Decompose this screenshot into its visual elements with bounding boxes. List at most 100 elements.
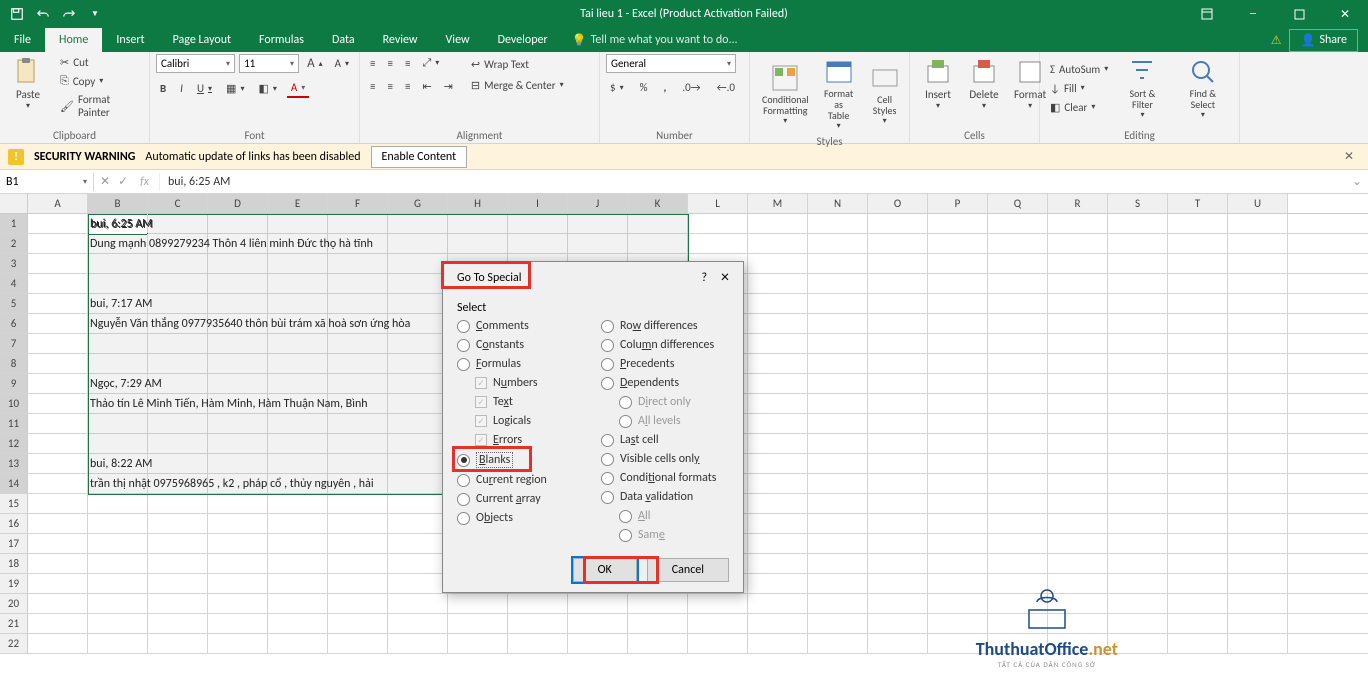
cell[interactable]: [328, 514, 388, 533]
cell[interactable]: [388, 214, 448, 233]
cell[interactable]: [208, 454, 268, 473]
column-header[interactable]: U: [1228, 194, 1288, 213]
cell[interactable]: [1108, 234, 1168, 253]
copy-button[interactable]: ⎘Copy▾: [56, 72, 143, 90]
cell[interactable]: [1228, 634, 1288, 653]
cell[interactable]: [88, 614, 148, 633]
cell[interactable]: [208, 614, 268, 633]
cell[interactable]: [808, 254, 868, 273]
cell[interactable]: [388, 494, 448, 513]
cell[interactable]: [1108, 214, 1168, 233]
cell[interactable]: [148, 614, 208, 633]
cell[interactable]: [1228, 274, 1288, 293]
cell[interactable]: [928, 594, 988, 613]
cell[interactable]: [148, 494, 208, 513]
column-header[interactable]: K: [628, 194, 688, 213]
fill-color-icon[interactable]: ◧ ▾: [254, 80, 280, 97]
align-top-icon[interactable]: ≡: [366, 55, 379, 72]
cell[interactable]: [868, 574, 928, 593]
column-header[interactable]: M: [748, 194, 808, 213]
column-header[interactable]: C: [148, 194, 208, 213]
column-header[interactable]: P: [928, 194, 988, 213]
cell[interactable]: [1168, 554, 1228, 573]
cell[interactable]: [1108, 434, 1168, 453]
cell[interactable]: [388, 514, 448, 533]
cell[interactable]: [808, 414, 868, 433]
save-icon[interactable]: [6, 3, 28, 25]
align-center-icon[interactable]: ≡: [383, 78, 396, 95]
cell[interactable]: [928, 354, 988, 373]
cell[interactable]: [88, 534, 148, 553]
cell[interactable]: [808, 294, 868, 313]
cell[interactable]: [328, 574, 388, 593]
cell[interactable]: [1228, 554, 1288, 573]
cell[interactable]: [748, 554, 808, 573]
cell[interactable]: [1168, 334, 1228, 353]
tell-me[interactable]: 💡Tell me what you want to do...: [572, 33, 738, 48]
cell[interactable]: [748, 214, 808, 233]
cell[interactable]: [808, 434, 868, 453]
cell[interactable]: [1228, 494, 1288, 513]
cell[interactable]: [208, 594, 268, 613]
cell[interactable]: [1168, 254, 1228, 273]
cell[interactable]: [208, 254, 268, 273]
radio-row-differences[interactable]: Row differences: [601, 319, 731, 333]
column-header[interactable]: T: [1168, 194, 1228, 213]
cell[interactable]: [28, 314, 88, 333]
shrink-font-icon[interactable]: A▾: [331, 55, 353, 72]
cell[interactable]: [928, 334, 988, 353]
cell[interactable]: [328, 354, 388, 373]
cell[interactable]: [688, 594, 748, 613]
cell[interactable]: [28, 534, 88, 553]
row-header[interactable]: 3: [0, 254, 28, 273]
cell[interactable]: [868, 414, 928, 433]
cell[interactable]: [1048, 494, 1108, 513]
column-header[interactable]: G: [388, 194, 448, 213]
cell[interactable]: [328, 334, 388, 353]
conditional-formatting-button[interactable]: Conditional Formatting▾: [756, 60, 815, 128]
cell[interactable]: [808, 394, 868, 413]
cell[interactable]: [868, 274, 928, 293]
number-format[interactable]: General▾: [606, 54, 736, 73]
radio-text[interactable]: ✓Text: [475, 395, 587, 409]
underline-icon[interactable]: U ▾: [193, 80, 216, 97]
tab-home[interactable]: Home: [45, 28, 102, 52]
cell[interactable]: [1168, 474, 1228, 493]
cell[interactable]: [1048, 454, 1108, 473]
cell[interactable]: [88, 494, 148, 513]
cell[interactable]: [868, 294, 928, 313]
cell[interactable]: [808, 314, 868, 333]
cell[interactable]: [388, 554, 448, 573]
cell[interactable]: [808, 494, 868, 513]
tab-data[interactable]: Data: [318, 28, 369, 52]
cell[interactable]: [28, 474, 88, 493]
select-all-corner[interactable]: [0, 194, 28, 213]
cell[interactable]: [448, 214, 508, 233]
cell[interactable]: [748, 334, 808, 353]
cell[interactable]: bui, 6:25 AM: [88, 214, 148, 233]
warning-close-icon[interactable]: ✕: [1338, 149, 1360, 164]
cell[interactable]: [1228, 254, 1288, 273]
row-header[interactable]: 19: [0, 574, 28, 593]
cell[interactable]: [1048, 514, 1108, 533]
cell[interactable]: [988, 434, 1048, 453]
cell[interactable]: [328, 414, 388, 433]
cell[interactable]: [1168, 234, 1228, 253]
cell[interactable]: [928, 274, 988, 293]
tab-view[interactable]: View: [432, 28, 484, 52]
cell[interactable]: [868, 474, 928, 493]
column-header[interactable]: Q: [988, 194, 1048, 213]
cell[interactable]: [148, 634, 208, 653]
share-button[interactable]: 👤Share: [1289, 29, 1358, 52]
cell[interactable]: [1108, 354, 1168, 373]
cell[interactable]: [268, 534, 328, 553]
tab-insert[interactable]: Insert: [102, 28, 158, 52]
cell[interactable]: [868, 634, 928, 653]
cell[interactable]: [388, 614, 448, 633]
cell[interactable]: [1228, 474, 1288, 493]
cell[interactable]: [1168, 574, 1228, 593]
cell[interactable]: [508, 214, 568, 233]
maximize-icon[interactable]: [1276, 0, 1322, 28]
cell[interactable]: [688, 234, 748, 253]
cell[interactable]: [1168, 454, 1228, 473]
